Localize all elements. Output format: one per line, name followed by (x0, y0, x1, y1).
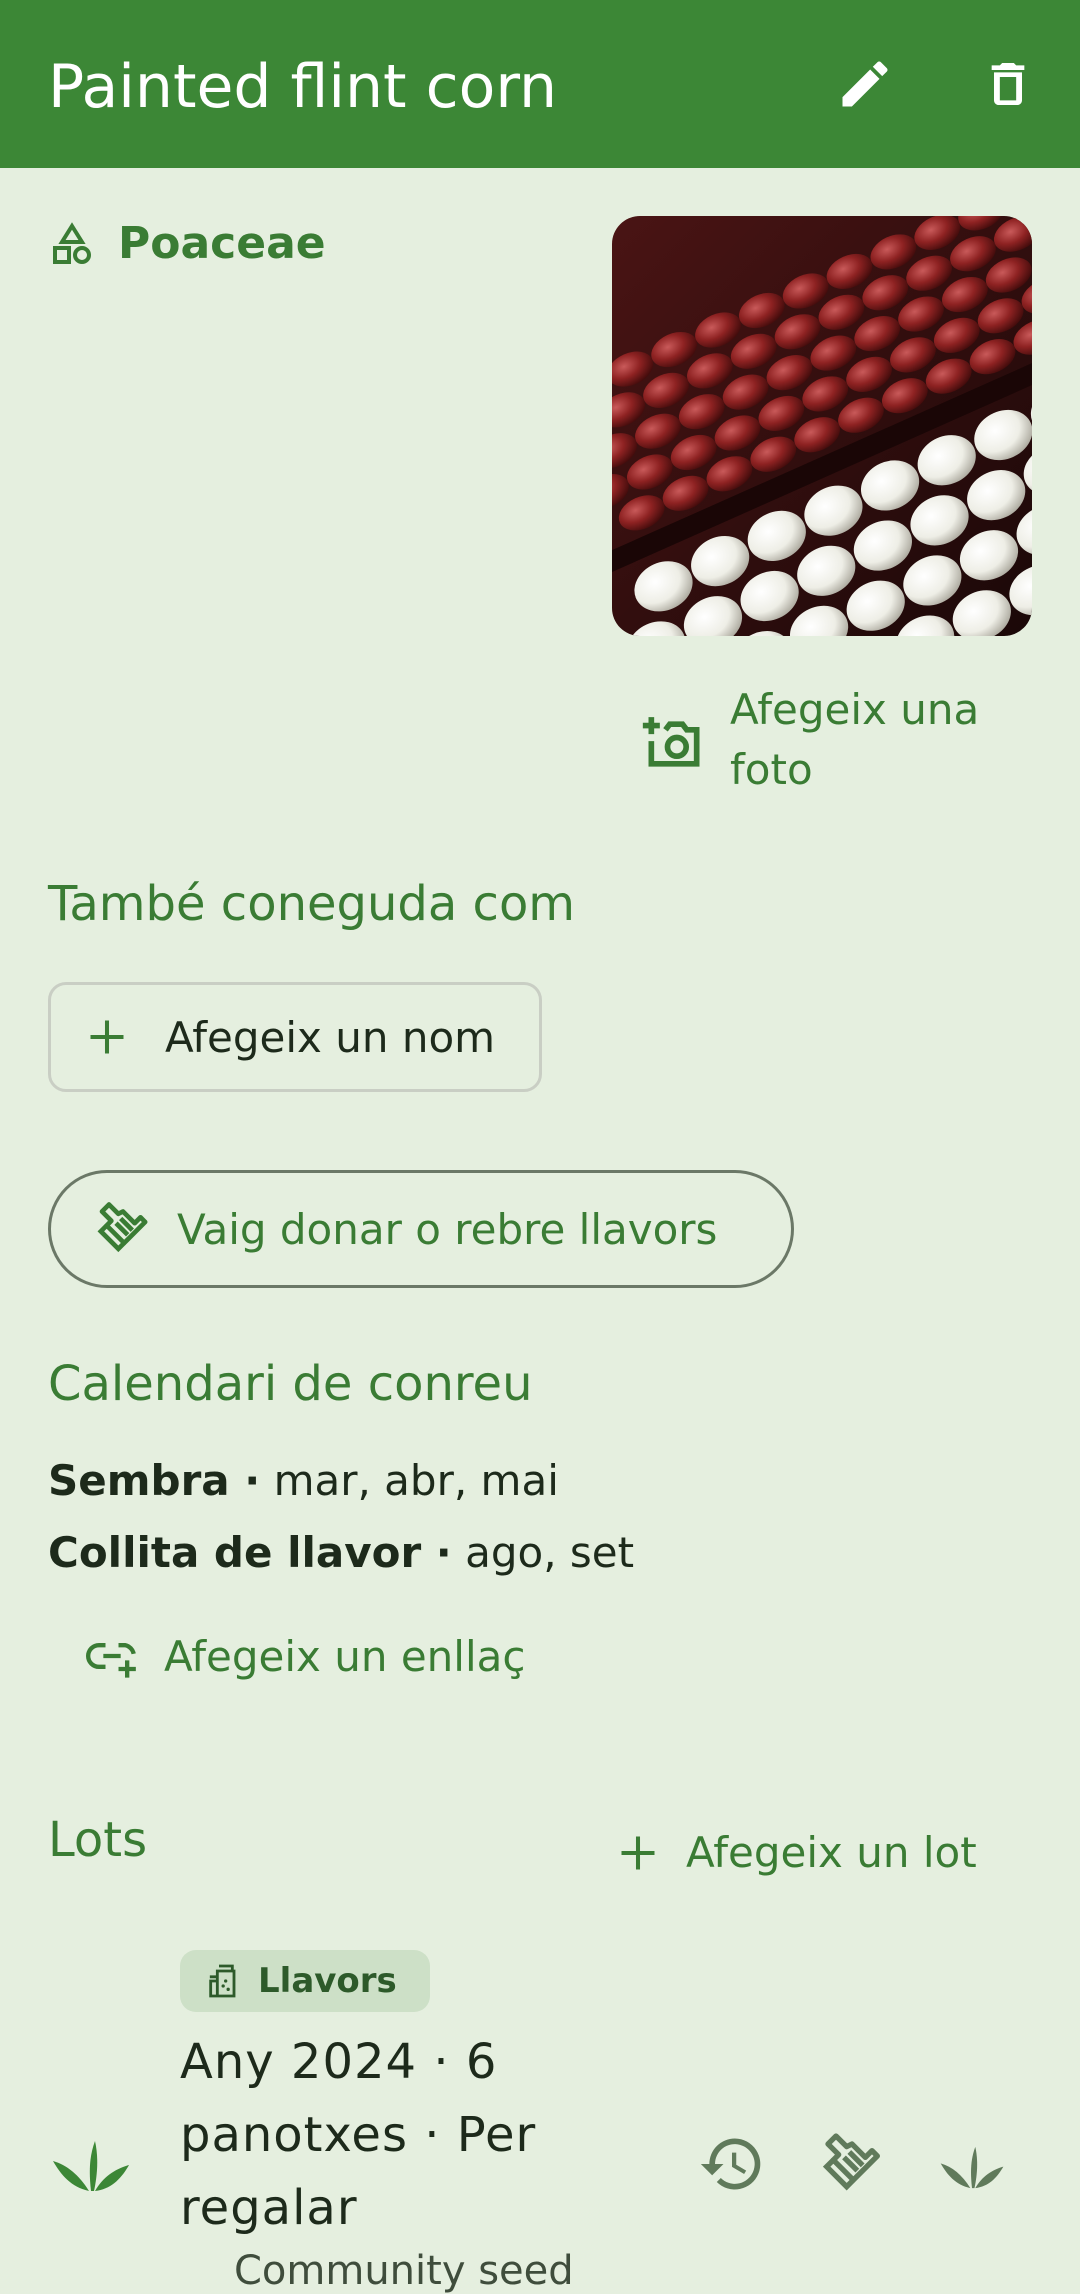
plus-icon (621, 1836, 655, 1869)
variety-photo[interactable] (612, 216, 1032, 636)
history-icon (700, 2138, 761, 2190)
history-button[interactable] (694, 2126, 770, 2202)
plus-icon (90, 1020, 124, 1054)
donate-lot-button[interactable] (814, 2126, 890, 2202)
family-link[interactable]: Poaceae (48, 218, 326, 269)
donate-seeds-label: Vaig donar o rebre llavors (177, 1204, 718, 1254)
add-link-label: Afegeix un enllaç (164, 1631, 526, 1681)
app-bar: Painted flint corn (0, 0, 1080, 168)
sow-lot-button[interactable] (932, 2132, 1012, 2198)
calendar-row-harvest: Collita de llavor · ago, set (48, 1528, 634, 1577)
lots-title: Lots (48, 1812, 148, 1868)
delete-button[interactable] (958, 34, 1058, 134)
calendar-row-sowing: Sembra · mar, abr, mai (48, 1456, 559, 1505)
aliases-title: També coneguda com (48, 876, 576, 932)
calendar-title: Calendari de conreu (48, 1356, 533, 1412)
handshake-icon (97, 1202, 148, 1253)
corn-photo (612, 216, 1032, 636)
chip-label: Llavors (258, 1961, 397, 2001)
add-name-label: Afegeix un nom (165, 1012, 496, 1062)
seed-jar-icon (209, 1964, 236, 1998)
add-photo-label: Afegeix una foto (730, 685, 980, 794)
calendar-row-label: Sembra · (48, 1456, 261, 1505)
trash-icon (991, 63, 1025, 105)
lot-summary: Any 2024 · 6 panotxes · Per regalar (180, 2034, 537, 2236)
edit-button[interactable] (815, 34, 915, 134)
pencil-icon (842, 61, 888, 107)
calendar-row-value: mar, abr, mai (273, 1456, 559, 1505)
calendar-row-value: ago, set (465, 1528, 635, 1577)
family-label: Poaceae (118, 218, 326, 269)
sprout-icon (940, 2146, 1004, 2189)
add-name-button[interactable]: Afegeix un nom (48, 982, 542, 1092)
lot-subtext: Community seed (234, 2248, 574, 2294)
add-link-button[interactable]: Afegeix un enllaç (86, 1630, 525, 1682)
sprout-icon (48, 2130, 134, 2196)
seeds-chip: Llavors (180, 1950, 430, 2012)
add-lot-button[interactable]: Afegeix un lot (616, 1828, 977, 1877)
add-link-icon (86, 1643, 136, 1678)
shapes-icon (53, 221, 91, 264)
donate-seeds-button[interactable]: Vaig donar o rebre llavors (48, 1170, 794, 1288)
page-title: Painted flint corn (48, 52, 557, 122)
add-photo-button[interactable]: Afegeix una foto (640, 680, 1030, 800)
camera-plus-icon (642, 717, 700, 767)
add-lot-label: Afegeix un lot (686, 1828, 977, 1877)
handshake-icon (822, 2133, 880, 2191)
calendar-row-label: Collita de llavor · (48, 1528, 452, 1577)
